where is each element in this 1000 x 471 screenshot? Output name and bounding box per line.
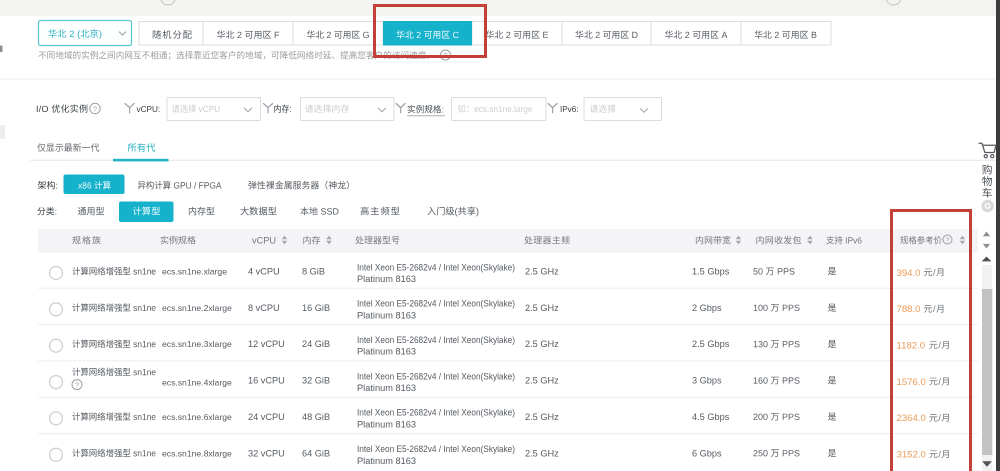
svg-text:IPv6:: IPv6: xyxy=(560,105,578,114)
svg-text:2364.0: 2364.0 xyxy=(897,413,926,424)
svg-text:4 vCPU: 4 vCPU xyxy=(248,266,280,276)
svg-text:Intel Xeon E5-2682v4 / Intel X: Intel Xeon E5-2682v4 / Intel Xeon(Skylak… xyxy=(357,371,515,381)
svg-text:2.5 Gbps: 2.5 Gbps xyxy=(692,339,730,349)
svg-text:1182.0: 1182.0 xyxy=(897,340,926,351)
svg-text:Platinum 8163: Platinum 8163 xyxy=(357,347,416,357)
svg-text:32 vCPU: 32 vCPU xyxy=(248,448,285,458)
svg-text:ecs.sn1ne.4xlarge: ecs.sn1ne.4xlarge xyxy=(162,378,232,388)
svg-text:Platinum 8163: Platinum 8163 xyxy=(357,383,416,393)
svg-text:4.5 Gbps: 4.5 Gbps xyxy=(692,412,730,422)
svg-text:3152.0: 3152.0 xyxy=(897,450,926,461)
svg-text:6 Gbps: 6 Gbps xyxy=(692,448,722,458)
svg-text:2.5 GHz: 2.5 GHz xyxy=(525,339,559,349)
svg-text:8 GiB: 8 GiB xyxy=(302,266,325,276)
svg-text:Platinum 8163: Platinum 8163 xyxy=(357,456,416,466)
svg-text:Platinum 8163: Platinum 8163 xyxy=(357,310,416,320)
svg-text:Platinum 8163: Platinum 8163 xyxy=(357,274,416,284)
svg-text:2.5 GHz: 2.5 GHz xyxy=(525,266,559,276)
svg-text:32 GiB: 32 GiB xyxy=(302,376,330,386)
svg-text:vCPU: vCPU xyxy=(252,236,276,246)
svg-text:48 GiB: 48 GiB xyxy=(302,412,330,422)
svg-text:2.5 GHz: 2.5 GHz xyxy=(525,303,559,313)
svg-text:8 vCPU: 8 vCPU xyxy=(248,303,280,313)
svg-text:vCPU:: vCPU: xyxy=(137,105,161,114)
svg-text:?: ? xyxy=(75,381,79,390)
svg-text:2.5 GHz: 2.5 GHz xyxy=(525,412,559,422)
svg-text:1576.0: 1576.0 xyxy=(897,377,926,388)
svg-text:24 vCPU: 24 vCPU xyxy=(248,412,285,422)
svg-text:1.5 Gbps: 1.5 Gbps xyxy=(692,266,730,276)
svg-text:ecs.sn1ne.xlarge: ecs.sn1ne.xlarge xyxy=(162,266,227,276)
svg-text:394.0: 394.0 xyxy=(897,268,921,279)
svg-text:Intel Xeon E5-2682v4 / Intel X: Intel Xeon E5-2682v4 / Intel Xeon(Skylak… xyxy=(357,444,515,454)
svg-text:3 Gbps: 3 Gbps xyxy=(692,376,722,386)
svg-text:Platinum 8163: Platinum 8163 xyxy=(357,419,416,429)
svg-text:Intel Xeon E5-2682v4 / Intel X: Intel Xeon E5-2682v4 / Intel Xeon(Skylak… xyxy=(357,262,515,272)
svg-text:ecs.sn1ne.2xlarge: ecs.sn1ne.2xlarge xyxy=(162,303,232,313)
svg-text:ecs.sn1ne.3xlarge: ecs.sn1ne.3xlarge xyxy=(162,339,232,349)
svg-text:?: ? xyxy=(93,105,97,114)
svg-text:2.5 GHz: 2.5 GHz xyxy=(525,376,559,386)
svg-text:ecs.sn1ne.6xlarge: ecs.sn1ne.6xlarge xyxy=(162,412,232,422)
svg-text:?: ? xyxy=(946,237,950,244)
svg-text:24 GiB: 24 GiB xyxy=(302,339,330,349)
svg-text:ecs.sn1ne.8xlarge: ecs.sn1ne.8xlarge xyxy=(162,448,232,458)
svg-text:16 vCPU: 16 vCPU xyxy=(248,376,285,386)
svg-text:788.0: 788.0 xyxy=(897,304,921,315)
svg-text:2 Gbps: 2 Gbps xyxy=(692,303,722,313)
svg-text:16 GiB: 16 GiB xyxy=(302,303,330,313)
svg-text:2.5 GHz: 2.5 GHz xyxy=(525,448,559,458)
svg-text:12 vCPU: 12 vCPU xyxy=(248,339,285,349)
svg-text:Intel Xeon E5-2682v4 / Intel X: Intel Xeon E5-2682v4 / Intel Xeon(Skylak… xyxy=(357,299,515,309)
svg-text:Intel Xeon E5-2682v4 / Intel X: Intel Xeon E5-2682v4 / Intel Xeon(Skylak… xyxy=(357,408,515,418)
svg-text:64 GiB: 64 GiB xyxy=(302,448,330,458)
svg-text:Intel Xeon E5-2682v4 / Intel X: Intel Xeon E5-2682v4 / Intel Xeon(Skylak… xyxy=(357,335,515,345)
